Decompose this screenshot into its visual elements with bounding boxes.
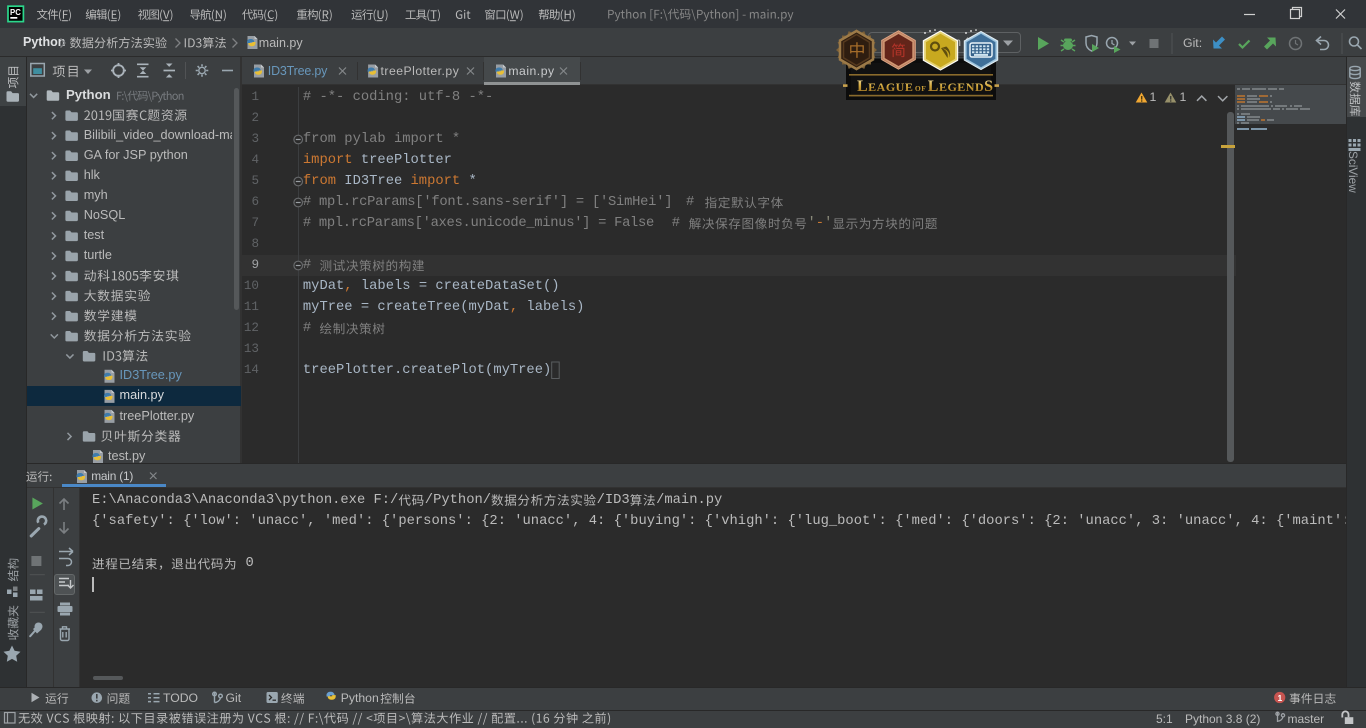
svg-text:1: 1 (1278, 693, 1283, 703)
svg-text:PC: PC (10, 8, 21, 17)
